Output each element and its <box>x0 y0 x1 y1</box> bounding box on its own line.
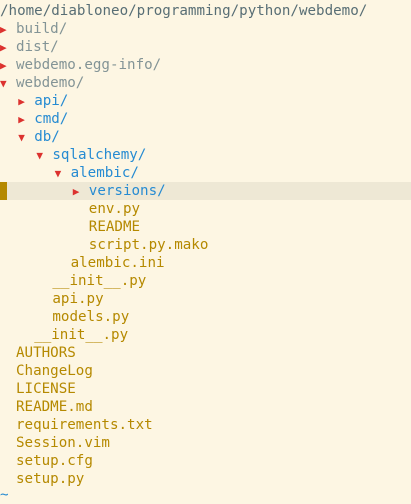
tree-entry: ▶ dist/ <box>0 38 59 57</box>
file-name: ChangeLog <box>16 363 93 379</box>
tree-file-row[interactable]: README.md <box>0 398 411 416</box>
directory-name: db/ <box>34 129 60 145</box>
file-name: requirements.txt <box>16 417 153 433</box>
tree-file-row[interactable]: alembic.ini <box>0 254 411 272</box>
tree-entry: AUTHORS <box>16 344 76 362</box>
tree-file-row[interactable]: Session.vim <box>0 434 411 452</box>
directory-name: webdemo.egg-info/ <box>16 57 162 73</box>
collapsed-arrow-icon[interactable]: ▶ <box>18 93 34 111</box>
expanded-arrow-icon[interactable]: ▼ <box>55 165 71 183</box>
file-name: AUTHORS <box>16 345 76 361</box>
file-name: README.md <box>16 399 93 415</box>
tree-entry: __init__.py <box>52 272 146 290</box>
tree-entry: env.py <box>89 200 140 218</box>
tree-dir-row[interactable]: ▶ cmd/ <box>0 110 411 128</box>
tree-file-row[interactable]: LICENSE <box>0 380 411 398</box>
directory-name: webdemo/ <box>16 75 85 91</box>
tree-dir-row[interactable]: ▼ webdemo/ <box>0 74 411 92</box>
tree-entry: ▶ versions/ <box>73 182 166 201</box>
tree-entry: script.py.mako <box>89 236 209 254</box>
tree-file-row[interactable]: AUTHORS <box>0 344 411 362</box>
tree-dir-row[interactable]: ▼ sqlalchemy/ <box>0 146 411 164</box>
tree-entry: README.md <box>16 398 93 416</box>
nerdtree-panel: /home/diabloneo/programming/python/webde… <box>0 0 411 504</box>
directory-name: dist/ <box>16 39 59 55</box>
file-name: models.py <box>52 309 130 325</box>
directory-name: sqlalchemy/ <box>52 147 147 163</box>
tree-entry: README <box>89 218 140 236</box>
tree-entry: ▶ webdemo.egg-info/ <box>0 56 161 75</box>
file-name: README <box>88 219 141 235</box>
tree-entry: alembic.ini <box>71 254 165 272</box>
tree-entry: models.py <box>52 308 129 326</box>
file-name: env.py <box>88 201 141 217</box>
tree-entry: ▶ api/ <box>18 92 68 111</box>
file-name: setup.cfg <box>16 453 93 469</box>
file-name: alembic.ini <box>70 255 165 271</box>
tree-entry: __init__.py <box>34 326 128 344</box>
tree-file-row[interactable]: ChangeLog <box>0 362 411 380</box>
directory-name: versions/ <box>88 183 166 199</box>
tree-entry: Session.vim <box>16 434 110 452</box>
tree-file-row[interactable]: api.py <box>0 290 411 308</box>
file-name: api.py <box>52 291 104 307</box>
directory-name: api/ <box>34 93 69 109</box>
directory-name: alembic/ <box>70 165 139 181</box>
tree-entry: ChangeLog <box>16 362 93 380</box>
cursor-block <box>0 182 7 200</box>
tree-file-row[interactable]: models.py <box>0 308 411 326</box>
file-name: __init__.py <box>52 273 147 289</box>
collapsed-arrow-icon[interactable]: ▶ <box>0 57 16 75</box>
tree-entry: requirements.txt <box>16 416 153 434</box>
tree-file-row[interactable]: README <box>0 218 411 236</box>
tree-dir-row[interactable]: ▼ alembic/ <box>0 164 411 182</box>
tree-entry: LICENSE <box>16 380 76 398</box>
collapsed-arrow-icon[interactable]: ▶ <box>0 21 16 39</box>
collapsed-arrow-icon[interactable]: ▶ <box>0 39 16 57</box>
tree-entry: ▼ sqlalchemy/ <box>36 146 146 165</box>
tree-entry: ▼ webdemo/ <box>0 74 84 93</box>
file-name: setup.py <box>16 471 85 487</box>
file-name: script.py.mako <box>88 237 209 253</box>
expanded-arrow-icon[interactable]: ▼ <box>0 75 16 93</box>
expanded-arrow-icon[interactable]: ▼ <box>18 129 34 147</box>
tree-file-row[interactable]: __init__.py <box>0 272 411 290</box>
tree-file-row[interactable]: requirements.txt <box>0 416 411 434</box>
tree-file-row[interactable]: setup.cfg <box>0 452 411 470</box>
tree-file-row[interactable]: env.py <box>0 200 411 218</box>
file-name: LICENSE <box>16 381 76 397</box>
tree-root-path[interactable]: /home/diabloneo/programming/python/webde… <box>0 2 411 20</box>
tree-entry: setup.cfg <box>16 452 93 470</box>
tree-dir-row[interactable]: ▶ webdemo.egg-info/ <box>0 56 411 74</box>
tree-dir-row[interactable]: ▶ dist/ <box>0 38 411 56</box>
file-name: __init__.py <box>34 327 129 343</box>
tree-entry: api.py <box>52 290 103 308</box>
tree-dir-row[interactable]: ▶ versions/ <box>0 182 411 200</box>
collapsed-arrow-icon[interactable]: ▶ <box>18 111 34 129</box>
directory-name: build/ <box>16 21 68 37</box>
empty-line-marker: ~ <box>0 487 9 503</box>
expanded-arrow-icon[interactable]: ▼ <box>36 147 52 165</box>
file-name: Session.vim <box>16 435 110 451</box>
directory-name: cmd/ <box>34 111 69 127</box>
tree-dir-row[interactable]: ▶ build/ <box>0 20 411 38</box>
tree-entry: ▼ db/ <box>18 128 60 147</box>
tree-entry: ▶ build/ <box>0 20 67 39</box>
tree-dir-row[interactable]: ▶ api/ <box>0 92 411 110</box>
tree-dir-row[interactable]: ▼ db/ <box>0 128 411 146</box>
collapsed-arrow-icon[interactable]: ▶ <box>73 183 89 201</box>
tree-entry: ▼ alembic/ <box>55 164 139 183</box>
tree-entry: ▶ cmd/ <box>18 110 68 129</box>
tree-file-row[interactable]: __init__.py <box>0 326 411 344</box>
tree-file-row[interactable]: script.py.mako <box>0 236 411 254</box>
